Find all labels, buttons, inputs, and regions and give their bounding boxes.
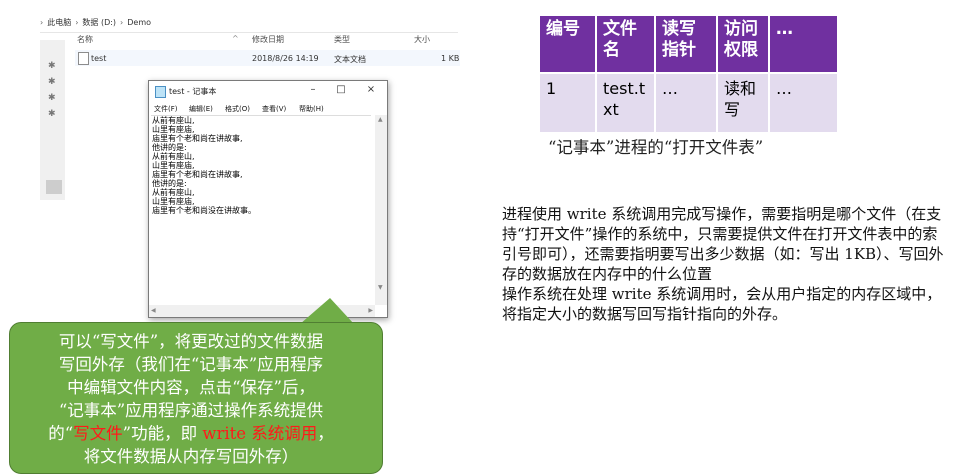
chevron-right-icon: › bbox=[120, 17, 124, 27]
pin-icon[interactable]: ✱ bbox=[48, 58, 60, 74]
text-line: 庙里有个老和尚没在讲故事。 bbox=[152, 206, 256, 215]
pin-icon[interactable]: ✱ bbox=[48, 74, 60, 90]
callout-segment: ， bbox=[317, 424, 334, 443]
file-date: 2018/8/26 14:19 bbox=[252, 54, 319, 63]
notepad-menubar: 文件(F) 编辑(E) 格式(O) 查看(V) 帮助(H) bbox=[149, 102, 387, 116]
menu-edit[interactable]: 编辑(E) bbox=[189, 104, 213, 114]
table-caption: “记事本”进程的“打开文件表” bbox=[548, 138, 764, 157]
file-type: 文本文档 bbox=[334, 55, 366, 64]
cell-more: … bbox=[770, 74, 837, 132]
description: 进程使用 write 系统调用完成写操作，需要指明是哪个文件（在支持“打开文件”… bbox=[502, 204, 948, 324]
scroll-down-icon[interactable]: ▼ bbox=[378, 284, 383, 291]
notepad-titlebar[interactable]: test - 记事本 – □ × bbox=[149, 81, 387, 101]
breadcrumb-drive[interactable]: 数据 (D:) bbox=[82, 17, 116, 28]
callout-line: 可以“写文件”，将更改过的文件数据 bbox=[58, 332, 324, 351]
sort-up-icon: ^ bbox=[232, 34, 239, 43]
text-line: 他讲的是: bbox=[152, 143, 187, 152]
text-line: 从前有座山, bbox=[152, 188, 195, 197]
menu-file[interactable]: 文件(F) bbox=[154, 104, 178, 114]
header-access: 访问权限 bbox=[718, 16, 768, 72]
breadcrumb-this-pc[interactable]: 此电脑 bbox=[47, 17, 71, 28]
header-id: 编号 bbox=[540, 16, 595, 72]
chevron-right-icon: › bbox=[40, 17, 44, 27]
menu-view[interactable]: 查看(V) bbox=[262, 104, 286, 114]
file-size: 1 KB bbox=[441, 54, 460, 63]
callout-segment: ”功能，即 bbox=[122, 424, 203, 443]
description-paragraph: 进程使用 write 系统调用完成写操作，需要指明是哪个文件（在支持“打开文件”… bbox=[502, 205, 944, 283]
callout-pointer bbox=[300, 298, 354, 324]
header-more: … bbox=[770, 16, 837, 72]
column-type[interactable]: 类型 bbox=[334, 34, 350, 45]
text-line: 庙里有个老和尚在讲故事, bbox=[152, 170, 243, 179]
pin-icon[interactable]: ✱ bbox=[48, 106, 60, 122]
callout-line: 将文件数据从内存写回外存） bbox=[83, 447, 299, 466]
text-line: 山里有座庙, bbox=[152, 161, 195, 170]
open-file-table: 编号 文件名 读写指针 访问权限 … 1 test.txt … 读和写 … bbox=[538, 14, 839, 134]
file-name: test bbox=[91, 54, 107, 63]
scroll-right-icon[interactable]: ▶ bbox=[368, 307, 373, 314]
column-headers: 名称 ^ 修改日期 类型 大小 bbox=[75, 30, 460, 48]
cell-filename: test.txt bbox=[597, 74, 654, 132]
text-line: 从前有座山, bbox=[152, 152, 195, 161]
column-date[interactable]: 修改日期 bbox=[252, 34, 284, 45]
callout-line: 写回外存（我们在“记事本”应用程序 bbox=[58, 355, 324, 374]
breadcrumb-folder[interactable]: Demo bbox=[127, 18, 151, 27]
quick-access-pins: ✱ ✱ ✱ ✱ bbox=[48, 58, 60, 122]
column-size[interactable]: 大小 bbox=[414, 34, 430, 45]
text-line: 山里有座庙, bbox=[152, 125, 195, 134]
minimize-button[interactable]: – bbox=[303, 84, 323, 95]
file-row[interactable]: test 2018/8/26 14:19 文本文档 1 KB bbox=[75, 50, 460, 66]
text-line: 从前有座山, bbox=[152, 116, 195, 125]
pin-icon[interactable]: ✱ bbox=[48, 90, 60, 106]
column-name[interactable]: 名称 bbox=[77, 34, 93, 45]
description-paragraph: 操作系统在处理 write 系统调用时，会从用户指定的内存区域中，将指定大小的数… bbox=[502, 285, 942, 323]
menu-format[interactable]: 格式(O) bbox=[225, 104, 250, 114]
callout-line: 的“写文件”功能，即 write 系统调用， bbox=[16, 422, 366, 445]
notepad-icon bbox=[155, 86, 166, 98]
scroll-up-icon[interactable]: ▲ bbox=[378, 116, 383, 123]
cell-access: 读和写 bbox=[718, 74, 768, 132]
notepad-title: test - 记事本 bbox=[169, 87, 217, 96]
table-header-row: 编号 文件名 读写指针 访问权限 … bbox=[540, 16, 837, 72]
callout-segment: 的“ bbox=[48, 424, 74, 443]
header-filename: 文件名 bbox=[597, 16, 654, 72]
scroll-left-icon[interactable]: ◀ bbox=[151, 307, 156, 314]
header-rw-pointer: 读写指针 bbox=[656, 16, 716, 72]
highlight-write-file: 写文件 bbox=[73, 424, 123, 443]
text-line: 山里有座庙, bbox=[152, 197, 195, 206]
callout-line: “记事本”应用程序通过操作系统提供 bbox=[58, 401, 324, 420]
table-row: 1 test.txt … 读和写 … bbox=[540, 74, 837, 132]
cell-id: 1 bbox=[540, 74, 595, 132]
text-file-icon bbox=[78, 52, 89, 65]
notepad-window: test - 记事本 – □ × 文件(F) 编辑(E) 格式(O) 查看(V)… bbox=[148, 80, 388, 318]
text-line: 庙里有个老和尚在讲故事, bbox=[152, 134, 243, 143]
callout-text: 可以“写文件”，将更改过的文件数据 写回外存（我们在“记事本”应用程序 中编辑文… bbox=[16, 330, 366, 468]
nav-scrollbar-thumb[interactable] bbox=[46, 180, 62, 194]
cell-rw-pointer: … bbox=[656, 74, 716, 132]
callout-line: 中编辑文件内容，点击“保存”后， bbox=[67, 378, 315, 397]
vertical-scrollbar[interactable]: ▲ ▼ bbox=[375, 115, 387, 305]
highlight-write-syscall: write 系统调用 bbox=[202, 424, 318, 443]
menu-help[interactable]: 帮助(H) bbox=[299, 104, 324, 114]
maximize-button[interactable]: □ bbox=[331, 84, 351, 95]
text-line: 他讲的是: bbox=[152, 179, 187, 188]
chevron-right-icon: › bbox=[75, 17, 79, 27]
notepad-text-area[interactable]: 从前有座山, 山里有座庙, 庙里有个老和尚在讲故事, 他讲的是: 从前有座山, … bbox=[151, 115, 371, 298]
close-button[interactable]: × bbox=[361, 84, 381, 95]
